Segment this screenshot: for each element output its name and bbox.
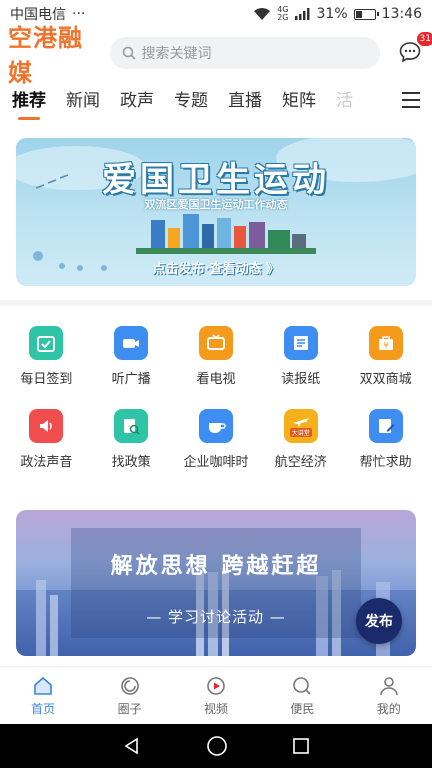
wifi-icon bbox=[254, 8, 271, 20]
nav-video[interactable]: 视频 bbox=[186, 675, 246, 717]
grid-label: 看电视 bbox=[196, 372, 236, 387]
grid-label: 航空经济 bbox=[274, 455, 327, 470]
nav-profile[interactable]: 我的 bbox=[359, 675, 419, 717]
recents-icon[interactable] bbox=[292, 737, 310, 755]
grid-label: 帮忙求助 bbox=[359, 455, 412, 470]
banner-cta: 点击发布·查看动态 》 bbox=[152, 262, 280, 277]
grid-item-mall[interactable]: ¥ 双双商城 bbox=[344, 326, 428, 387]
app-header: 空港融媒 搜索关键词 31 bbox=[0, 24, 432, 87]
signal-icon bbox=[294, 8, 310, 20]
tab-activity[interactable]: 活 bbox=[336, 84, 353, 120]
nav-label: 视频 bbox=[203, 701, 228, 716]
nav-label: 首页 bbox=[31, 701, 56, 716]
grid-item-aviation[interactable]: 大讲堂 航空经济 bbox=[259, 409, 343, 470]
publish-button[interactable]: 发布 bbox=[356, 598, 402, 644]
help-icon bbox=[368, 409, 403, 443]
battery-percent: 31% bbox=[316, 6, 348, 22]
service-icon bbox=[293, 676, 311, 695]
nav-label: 便民 bbox=[290, 701, 315, 716]
radio-icon bbox=[114, 326, 149, 360]
nav-service[interactable]: 便民 bbox=[272, 675, 332, 717]
grid-item-coffee[interactable]: 企业咖啡时 bbox=[174, 409, 258, 470]
profile-icon bbox=[379, 676, 398, 695]
section-divider bbox=[0, 300, 432, 306]
grid-label: 企业咖啡时 bbox=[183, 455, 249, 470]
grid-label: 读报纸 bbox=[281, 372, 321, 387]
aviation-icon: 大讲堂 bbox=[283, 409, 318, 443]
circle-icon bbox=[120, 676, 139, 695]
grid-label: 每日签到 bbox=[20, 372, 73, 387]
system-nav-bar bbox=[0, 724, 432, 768]
grid-item-tv[interactable]: 看电视 bbox=[174, 326, 258, 387]
grid-row: 政法声音 找政策 企业咖啡时 大讲堂 航空经济 帮忙求助 bbox=[0, 409, 432, 470]
grid-label: 政法声音 bbox=[20, 455, 73, 470]
grid-item-newspaper[interactable]: 读报纸 bbox=[259, 326, 343, 387]
activity-banner[interactable]: 解放思想 跨越赶超 — 学习讨论活动 — 发布 bbox=[16, 510, 416, 656]
video-icon bbox=[207, 676, 225, 695]
search-input[interactable]: 搜索关键词 bbox=[109, 37, 381, 69]
grid-item-help[interactable]: 帮忙求助 bbox=[344, 409, 428, 470]
back-icon[interactable] bbox=[122, 736, 142, 756]
coffee-icon bbox=[198, 409, 233, 443]
policy-icon bbox=[114, 409, 149, 443]
svg-text:¥: ¥ bbox=[383, 341, 388, 350]
speaker-icon bbox=[29, 409, 64, 443]
grid-item-radio[interactable]: 听广播 bbox=[89, 326, 173, 387]
aviation-badge: 大讲堂 bbox=[289, 427, 312, 437]
nav-label: 圈子 bbox=[117, 701, 142, 716]
home-icon bbox=[34, 676, 52, 695]
grid-label: 听广播 bbox=[111, 372, 151, 387]
message-badge: 31 bbox=[416, 32, 432, 46]
search-placeholder: 搜索关键词 bbox=[141, 46, 212, 62]
banner-title: 爱国卫生运动 bbox=[102, 160, 330, 200]
channel-tabs: 推荐 新闻 政声 专题 直播 矩阵 活 bbox=[0, 84, 432, 124]
checkin-icon bbox=[29, 326, 64, 360]
promo-banner[interactable]: 爱国卫生运动 双流区爱国卫生运动工作动态 点击发布·查看动态 》 bbox=[16, 138, 416, 286]
bottom-nav: 首页 圈子 视频 便民 我的 bbox=[0, 666, 432, 724]
app-logo: 空港融媒 bbox=[8, 24, 83, 87]
tab-matrix[interactable]: 矩阵 bbox=[282, 84, 316, 120]
battery-icon bbox=[353, 8, 379, 20]
nav-label: 我的 bbox=[376, 701, 401, 716]
grid-item-checkin[interactable]: 每日签到 bbox=[4, 326, 88, 387]
tab-politics[interactable]: 政声 bbox=[120, 84, 154, 120]
newspaper-icon bbox=[283, 326, 318, 360]
mall-icon: ¥ bbox=[368, 326, 403, 360]
banner-subtitle: 双流区爱国卫生运动工作动态 bbox=[144, 198, 288, 211]
tab-recommend[interactable]: 推荐 bbox=[12, 84, 46, 120]
search-icon bbox=[122, 46, 136, 60]
tab-live[interactable]: 直播 bbox=[228, 84, 262, 120]
grid-row: 每日签到 听广播 看电视 读报纸 ¥ 双双商城 bbox=[0, 326, 432, 387]
tab-news[interactable]: 新闻 bbox=[66, 84, 100, 120]
grid-label: 双双商城 bbox=[359, 372, 412, 387]
banner2-title: 解放思想 跨越赶超 bbox=[110, 554, 322, 579]
tab-topics[interactable]: 专题 bbox=[174, 84, 208, 120]
service-grid: 每日签到 听广播 看电视 读报纸 ¥ 双双商城 政法声音 找政策 企业咖啡时 大… bbox=[0, 326, 432, 492]
home-button-icon[interactable] bbox=[206, 735, 228, 757]
clock: 13:46 bbox=[381, 6, 422, 22]
nav-circle[interactable]: 圈子 bbox=[100, 675, 160, 717]
nav-home[interactable]: 首页 bbox=[13, 675, 73, 717]
network-type: 4G 2G bbox=[277, 5, 289, 22]
menu-icon[interactable] bbox=[402, 92, 420, 108]
tv-icon bbox=[198, 326, 233, 360]
grid-item-law-voice[interactable]: 政法声音 bbox=[4, 409, 88, 470]
message-button[interactable]: 31 bbox=[398, 32, 432, 66]
grid-item-policy[interactable]: 找政策 bbox=[89, 409, 173, 470]
grid-label: 找政策 bbox=[111, 455, 151, 470]
